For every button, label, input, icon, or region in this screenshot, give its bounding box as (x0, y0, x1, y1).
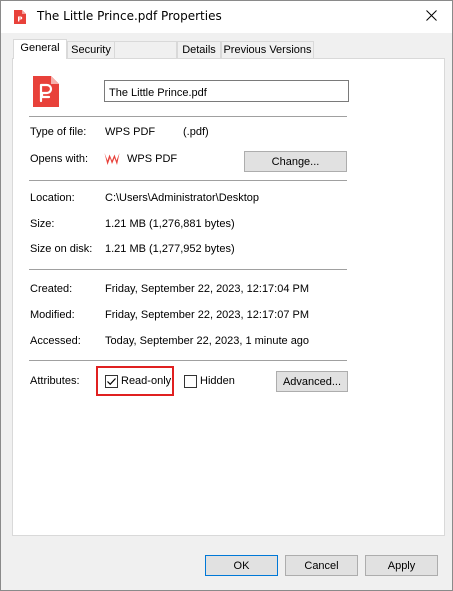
file-name-input[interactable] (104, 80, 349, 102)
hidden-label[interactable]: Hidden (200, 375, 235, 387)
close-button[interactable] (419, 5, 443, 29)
tab-general[interactable]: General (13, 39, 67, 59)
attributes-label: Attributes: (30, 375, 80, 387)
properties-dialog: P The Little Prince.pdf Properties Gener… (0, 0, 453, 591)
accessed-value: Today, September 22, 2023, 1 minute ago (105, 335, 310, 347)
size-label: Size: (30, 218, 55, 230)
tab-security[interactable]: Security (67, 41, 115, 59)
type-of-file-value: WPS PDF (105, 126, 156, 138)
pdf-file-icon (32, 75, 60, 108)
separator (29, 269, 347, 270)
size-value: 1.21 MB (1,276,881 bytes) (105, 218, 235, 230)
change-button[interactable]: Change... (244, 151, 347, 172)
modified-label: Modified: (30, 309, 75, 321)
created-label: Created: (30, 283, 73, 295)
type-of-file-extension: (.pdf) (183, 126, 209, 138)
title-bar[interactable]: P The Little Prince.pdf Properties (1, 1, 452, 33)
pdf-file-icon: P (13, 9, 27, 25)
separator (29, 116, 347, 117)
window-title: The Little Prince.pdf Properties (37, 9, 222, 23)
location-value: C:\Users\Administrator\Desktop (105, 192, 260, 204)
tab-spacer (115, 41, 177, 59)
opens-with-app: WPS PDF (127, 153, 178, 165)
opens-with-label: Opens with: (30, 153, 89, 165)
size-on-disk-value: 1.21 MB (1,277,952 bytes) (105, 243, 235, 255)
close-icon (425, 10, 437, 24)
tab-previous-versions[interactable]: Previous Versions (221, 41, 314, 59)
created-value: Friday, September 22, 2023, 12:17:04 PM (105, 283, 310, 295)
wps-logo-icon (104, 152, 120, 166)
hidden-checkbox[interactable] (184, 375, 197, 388)
separator (29, 180, 347, 181)
apply-button[interactable]: Apply (365, 555, 438, 576)
tab-details[interactable]: Details (177, 41, 221, 59)
size-on-disk-label: Size on disk: (30, 243, 93, 255)
ok-button[interactable]: OK (205, 555, 278, 576)
read-only-label[interactable]: Read-only (121, 375, 171, 387)
type-of-file-label: Type of file: (30, 126, 87, 138)
advanced-button[interactable]: Advanced... (276, 371, 348, 392)
general-tab-panel: Type of file: WPS PDF (.pdf) Opens with:… (12, 58, 445, 536)
accessed-label: Accessed: (30, 335, 81, 347)
cancel-button[interactable]: Cancel (285, 555, 358, 576)
modified-value: Friday, September 22, 2023, 12:17:07 PM (105, 309, 310, 321)
separator (29, 360, 347, 361)
read-only-checkbox[interactable] (105, 375, 118, 388)
location-label: Location: (30, 192, 75, 204)
svg-text:P: P (17, 16, 22, 24)
